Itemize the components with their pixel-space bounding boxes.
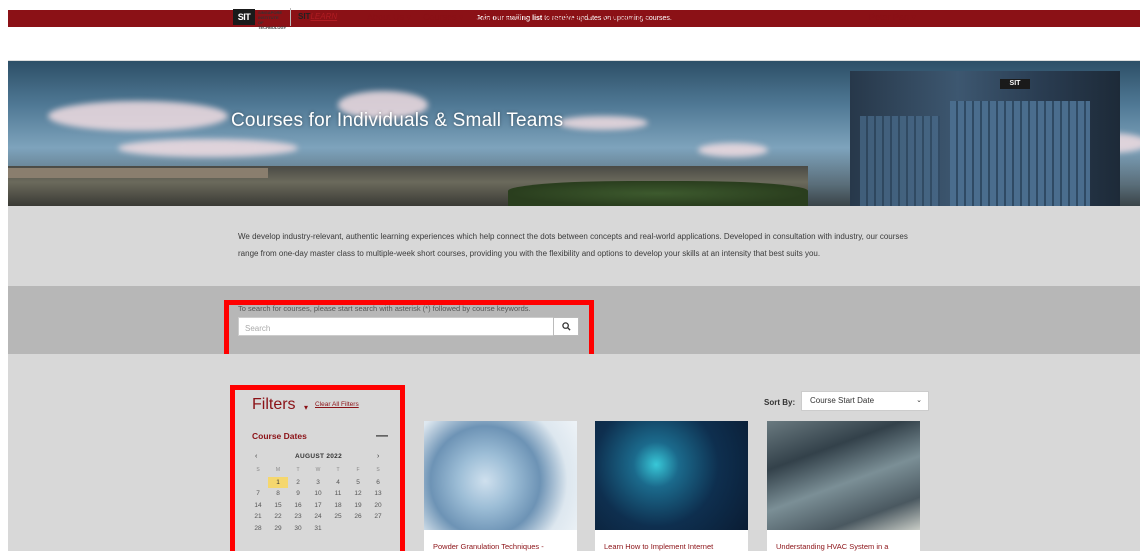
hero-cloud <box>558 116 648 130</box>
hero-building: SIT <box>850 71 1120 206</box>
building-sign: SIT <box>1000 79 1030 89</box>
sitlearn-logo[interactable]: SITLEARN <box>298 12 337 21</box>
nav-courses[interactable]: Courses ▾ <box>423 12 464 23</box>
course-card[interactable]: Powder Granulation Techniques - <box>424 421 577 551</box>
sitlearn-prefix: SIT <box>298 12 311 21</box>
course-card-image[interactable] <box>767 421 920 530</box>
highlight-box-filters <box>230 385 405 551</box>
user-menu[interactable]: Peter Pan ▾ <box>869 12 916 23</box>
course-card-title[interactable]: Understanding HVAC System in a <box>776 542 888 551</box>
building-glass <box>950 101 1090 206</box>
hero-cloud <box>118 139 298 157</box>
sit-logo-subtext: SINGAPORE INSTITUTE OF TECHNOLOGY <box>258 10 287 30</box>
intro-text: We develop industry-relevant, authentic … <box>238 232 908 258</box>
sitlearn-suffix: LEARN <box>310 12 338 21</box>
sort-label: Sort By: <box>764 398 796 407</box>
nav-resources[interactable]: Resources ▾ <box>542 12 592 23</box>
page-title: Courses for Individuals & Small Teams <box>231 110 564 131</box>
intro-section: We develop industry-relevant, authentic … <box>8 206 1140 286</box>
logo-divider <box>290 8 291 26</box>
sit-logo[interactable]: SIT <box>233 9 255 25</box>
hero-cloud <box>698 143 768 157</box>
course-card-image[interactable] <box>595 421 748 530</box>
nav-examinations[interactable]: Examinations <box>476 12 530 23</box>
course-card-image[interactable] <box>424 421 577 530</box>
nav-links: About Us ▾ Courses ▾ Examinations Resour… <box>367 12 660 23</box>
chevron-down-icon: ⌄ <box>916 397 922 404</box>
building-glass <box>860 116 940 206</box>
nav-contact-us[interactable]: Contact Us <box>604 12 649 23</box>
main-nav <box>8 27 1140 61</box>
sort-select[interactable]: Course Start Date ⌄ <box>801 391 929 411</box>
hero-cloud <box>48 101 228 131</box>
hero-banner: SIT <box>8 61 1140 206</box>
hero-trees <box>508 181 808 206</box>
course-card-title[interactable]: Learn How to Implement Internet <box>604 542 713 551</box>
nav-about-us[interactable]: About Us ▾ <box>367 12 411 23</box>
course-card-title[interactable]: Powder Granulation Techniques - <box>433 542 544 551</box>
course-card[interactable]: Understanding HVAC System in a <box>767 421 920 551</box>
course-card[interactable]: Learn How to Implement Internet <box>595 421 748 551</box>
highlight-box-search <box>224 300 594 362</box>
hero-roof-line <box>8 168 268 178</box>
sort-selected-value: Course Start Date <box>810 396 875 405</box>
